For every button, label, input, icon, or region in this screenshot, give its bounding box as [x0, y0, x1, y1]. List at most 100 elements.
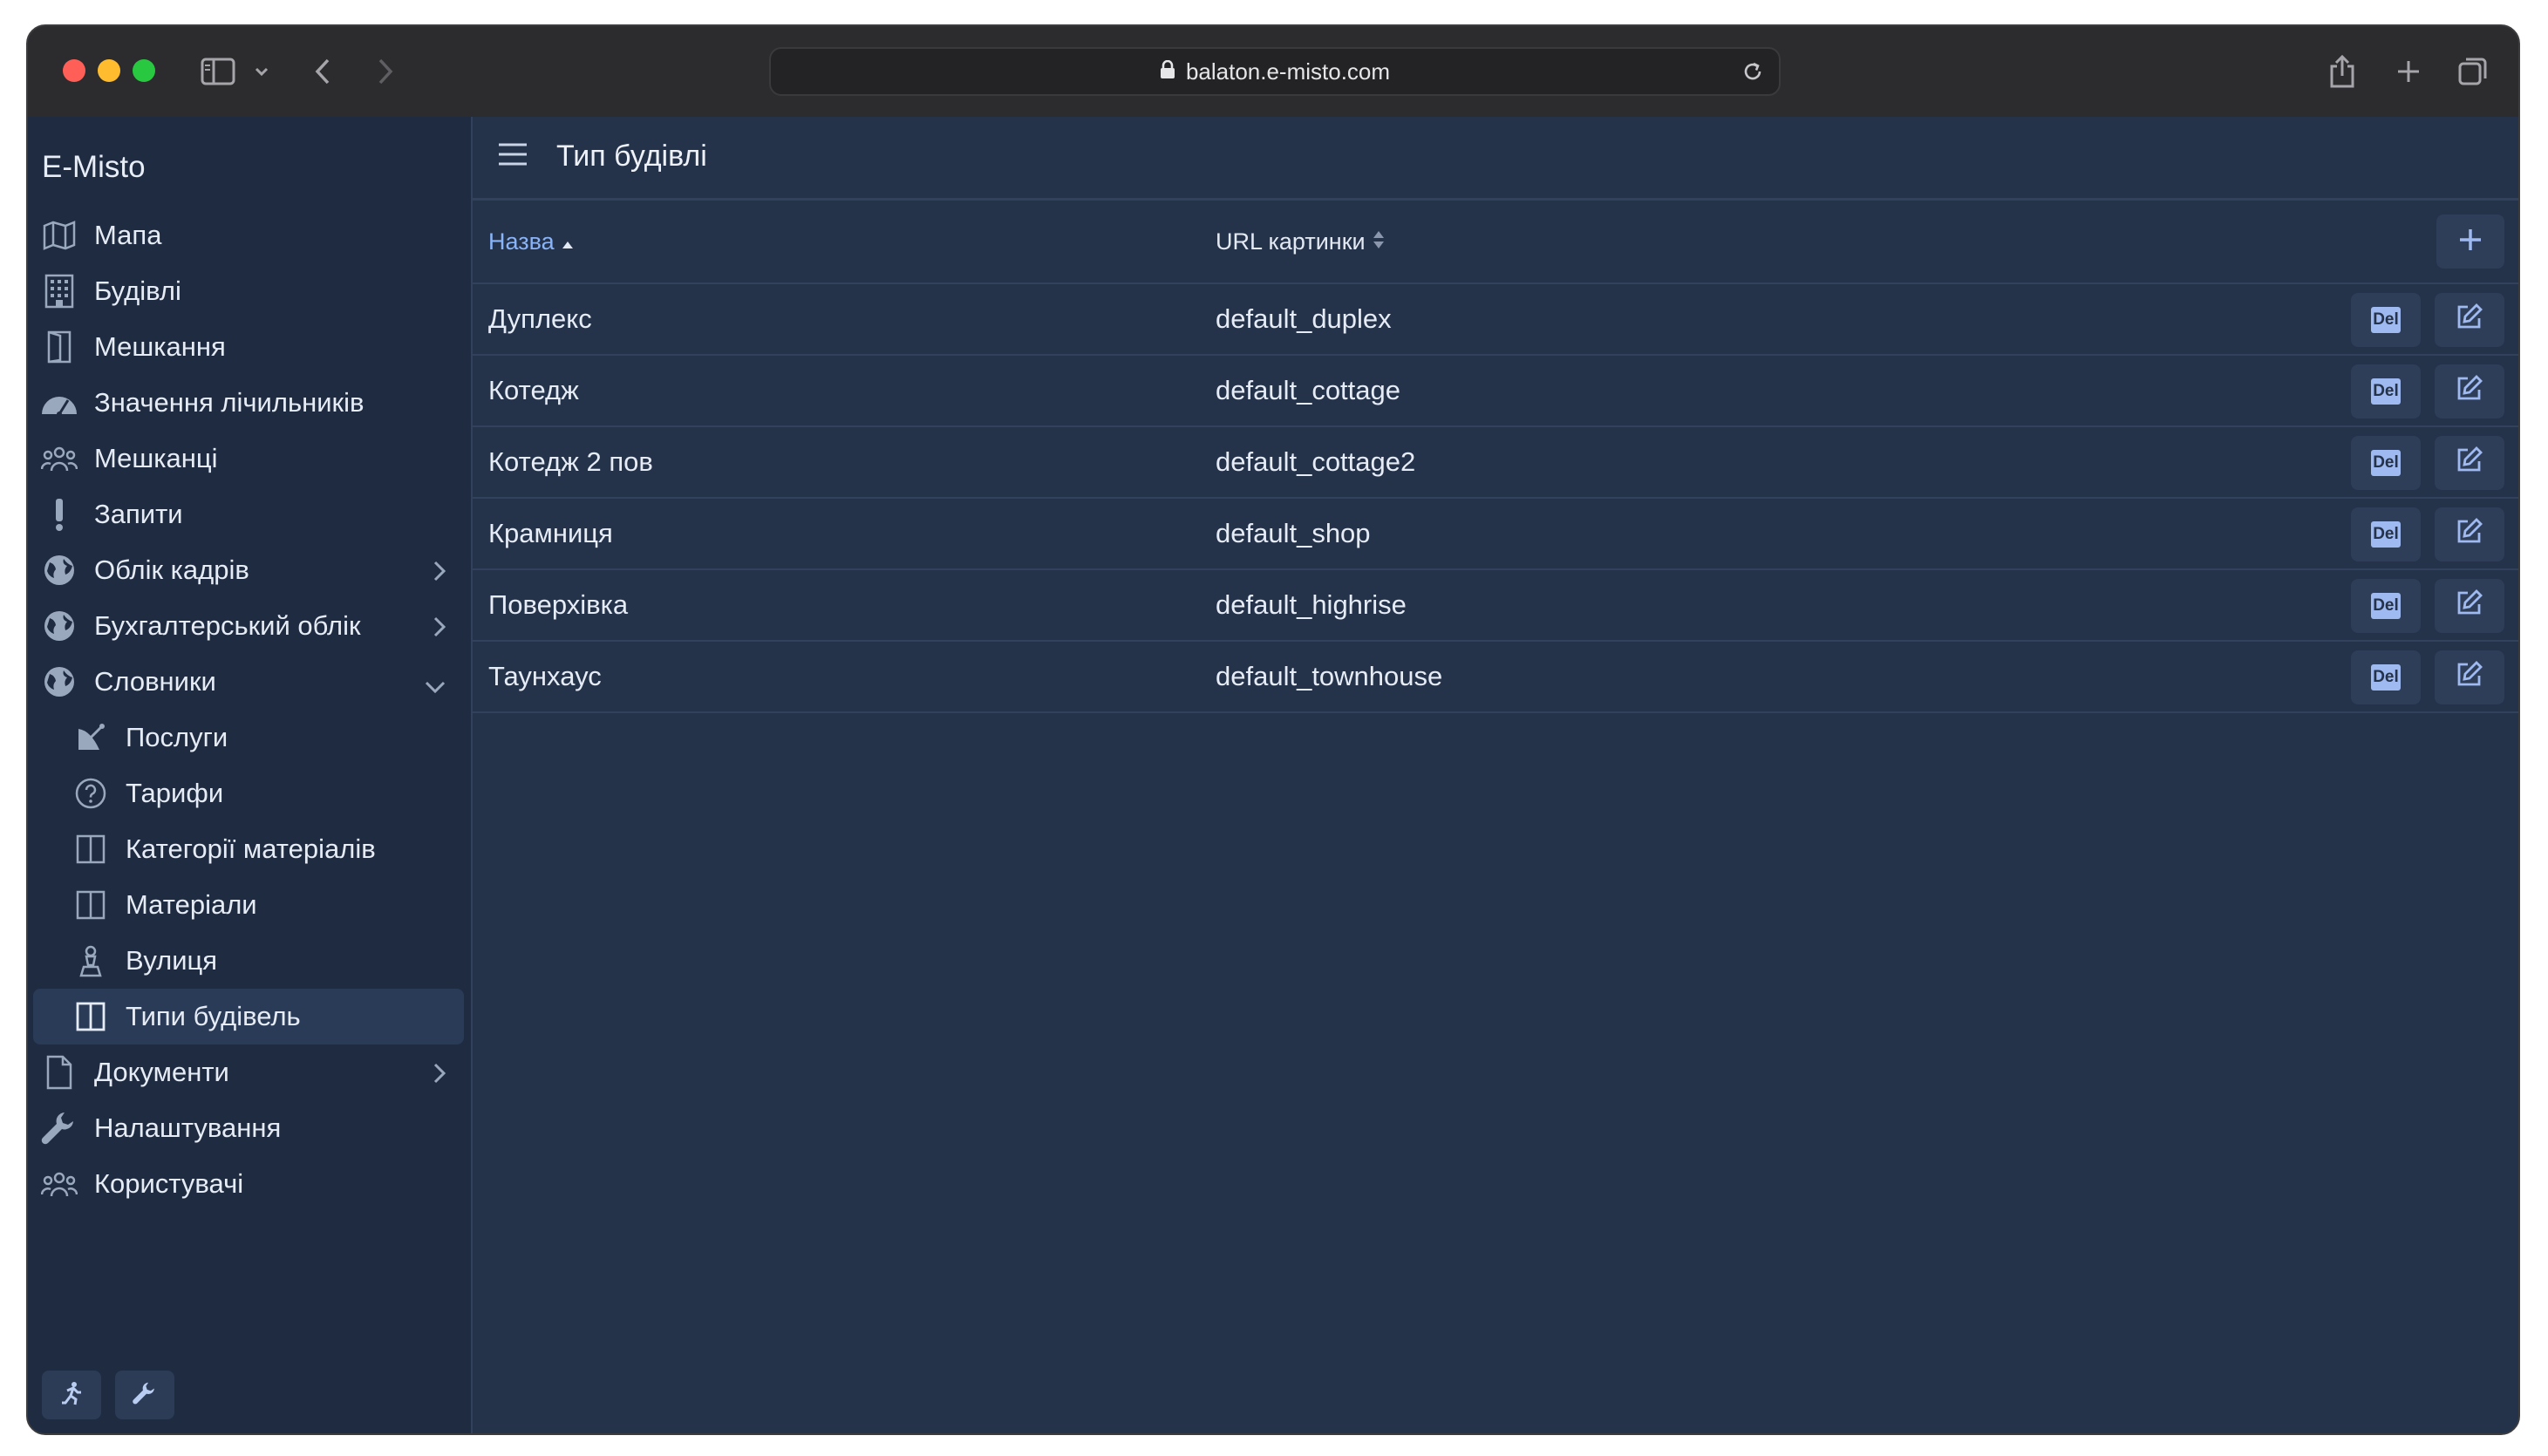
sidebar-item-users[interactable]: Користувачі — [33, 1156, 464, 1212]
delete-button[interactable]: Del — [2351, 579, 2421, 633]
sidebar-item-documents[interactable]: Документи — [33, 1044, 464, 1100]
chess-pawn-icon — [72, 942, 110, 980]
columns-icon — [72, 886, 110, 924]
sidebar-item-requests[interactable]: Запити — [33, 486, 464, 542]
tab-overview-icon[interactable] — [2454, 52, 2492, 91]
sidebar-item-apartments[interactable]: Мешкання — [33, 319, 464, 375]
edit-button[interactable] — [2435, 436, 2504, 490]
sidebar-item-materials[interactable]: Матеріали — [33, 877, 464, 933]
delete-button[interactable]: Del — [2351, 293, 2421, 347]
question-icon — [72, 774, 110, 813]
delete-icon: Del — [2371, 593, 2401, 619]
address-bar[interactable]: balaton.e-misto.com — [769, 47, 1781, 96]
table-row: Таунхаус default_townhouse Del — [473, 642, 2518, 713]
sidebar-item-label: Будівлі — [94, 276, 181, 306]
column-header-url[interactable]: URL картинки — [1216, 228, 1385, 255]
edit-icon — [2456, 589, 2483, 623]
edit-button[interactable] — [2435, 507, 2504, 561]
tools-button[interactable] — [115, 1371, 174, 1419]
document-icon — [40, 1053, 78, 1092]
forward-icon[interactable] — [368, 52, 403, 91]
cell-url: default_cottage — [1216, 375, 1401, 405]
delete-icon: Del — [2371, 307, 2401, 333]
sidebar-item-label: Мешкання — [94, 331, 226, 362]
sidebar-item-label: Матеріали — [126, 889, 257, 920]
chevron-right-icon[interactable] — [433, 614, 446, 645]
run-button[interactable] — [42, 1371, 101, 1419]
chevron-down-icon[interactable] — [251, 52, 272, 91]
sidebar-item-meter-readings[interactable]: Значення лічильників — [33, 375, 464, 431]
edit-icon — [2456, 374, 2483, 409]
sidebar-item-accounting[interactable]: Бухгалтерський облік — [33, 598, 464, 654]
sidebar-item-map[interactable]: Мапа — [33, 208, 464, 263]
sidebar-item-label: Документи — [94, 1057, 229, 1087]
edit-icon — [2456, 303, 2483, 337]
delete-button[interactable]: Del — [2351, 507, 2421, 561]
sidebar-item-label: Тарифи — [126, 778, 224, 808]
close-window-button[interactable] — [63, 59, 85, 82]
sidebar-item-street[interactable]: Вулиця — [33, 933, 464, 989]
edit-button[interactable] — [2435, 364, 2504, 418]
globe-icon — [40, 607, 78, 645]
sort-icon — [1373, 228, 1385, 255]
chevron-down-icon[interactable] — [424, 670, 446, 701]
maximize-window-button[interactable] — [133, 59, 155, 82]
cell-name: Котедж 2 пов — [488, 446, 653, 477]
sidebar-item-dictionaries[interactable]: Словники — [33, 654, 464, 710]
cell-url: default_cottage2 — [1216, 446, 1416, 477]
sidebar-item-material-categories[interactable]: Категорії матеріалів — [33, 821, 464, 877]
sidebar-item-tariffs[interactable]: Тарифи — [33, 765, 464, 821]
plus-icon — [2458, 228, 2483, 256]
sidebar-item-buildings[interactable]: Будівлі — [33, 263, 464, 319]
column-header-name[interactable]: Назва — [488, 228, 574, 255]
page-title: Тип будівлі — [556, 139, 707, 173]
running-icon — [58, 1380, 85, 1411]
edit-button[interactable] — [2435, 579, 2504, 633]
sidebar-item-label: Вулиця — [126, 945, 218, 976]
sidebar-item-label: Категорії матеріалів — [126, 833, 376, 864]
sidebar-toggle-icon[interactable] — [199, 52, 237, 91]
sidebar-item-label: Словники — [94, 666, 216, 697]
delete-button[interactable]: Del — [2351, 650, 2421, 704]
columns-icon — [72, 830, 110, 868]
edit-icon — [2456, 660, 2483, 695]
door-icon — [40, 328, 78, 366]
chevron-right-icon[interactable] — [433, 1060, 446, 1092]
edit-icon — [2456, 446, 2483, 480]
edit-button[interactable] — [2435, 293, 2504, 347]
sidebar-item-label: Значення лічильників — [94, 387, 364, 418]
delete-button[interactable]: Del — [2351, 364, 2421, 418]
sidebar-nav: Мапа Будівлі Мешкання Значення лічильник… — [33, 208, 464, 1212]
users-icon — [40, 439, 78, 478]
sidebar-item-label: Запити — [94, 499, 183, 529]
delete-icon: Del — [2371, 521, 2401, 548]
globe-icon — [40, 663, 78, 701]
back-icon[interactable] — [305, 52, 340, 91]
share-icon[interactable] — [2323, 52, 2361, 91]
sidebar-item-hr[interactable]: Облік кадрів — [33, 542, 464, 598]
new-tab-icon[interactable] — [2389, 52, 2428, 91]
exclamation-icon — [40, 495, 78, 534]
page-header: Тип будівлі — [473, 117, 2518, 201]
building-types-table: Назва URL картинки Дуплекс default_duple… — [473, 201, 2518, 713]
gauge-icon — [40, 384, 78, 422]
minimize-window-button[interactable] — [98, 59, 120, 82]
edit-button[interactable] — [2435, 650, 2504, 704]
sidebar-item-label: Послуги — [126, 722, 228, 752]
chevron-right-icon[interactable] — [433, 558, 446, 589]
reload-icon[interactable] — [1741, 59, 1765, 90]
delete-button[interactable]: Del — [2351, 436, 2421, 490]
sidebar-item-settings[interactable]: Налаштування — [33, 1100, 464, 1156]
sidebar-item-label: Мешканці — [94, 443, 218, 473]
sidebar-item-services[interactable]: Послуги — [33, 710, 464, 765]
add-button[interactable] — [2436, 214, 2504, 269]
app-brand: E-Misto — [42, 150, 146, 184]
sidebar-footer — [42, 1371, 174, 1419]
sidebar-item-building-types[interactable]: Типи будівель — [33, 989, 464, 1044]
sidebar-item-residents[interactable]: Мешканці — [33, 431, 464, 486]
globe-icon — [40, 551, 78, 589]
lock-icon — [1160, 58, 1175, 85]
edit-icon — [2456, 517, 2483, 552]
hamburger-menu-icon[interactable] — [497, 141, 528, 172]
main-content: Тип будівлі Назва URL картинки Дуплекс d… — [473, 117, 2518, 1433]
